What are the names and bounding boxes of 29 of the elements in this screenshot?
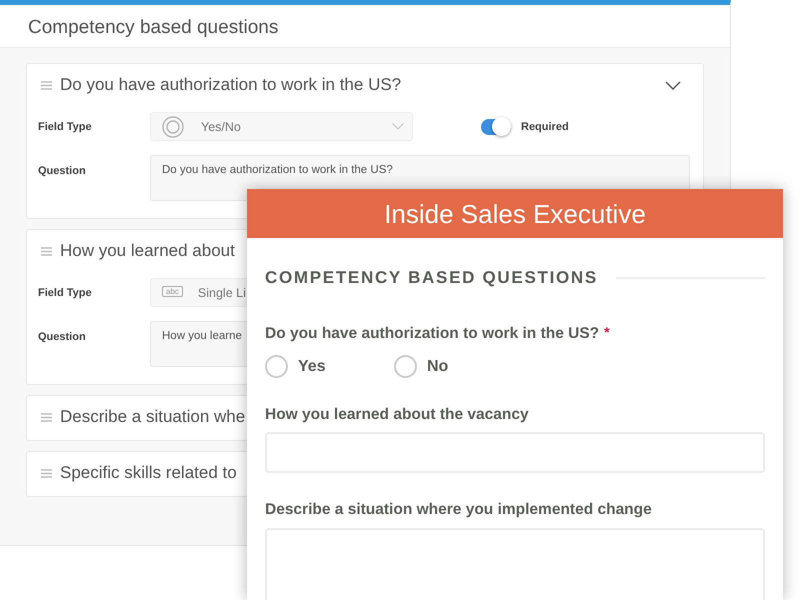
- radio-label[interactable]: Yes: [298, 356, 326, 378]
- question-title: Specific skills related to: [60, 462, 237, 484]
- question-label: Do you have authorization to work in the US?: [265, 324, 600, 344]
- toggle-label: Required: [521, 120, 569, 134]
- radio-button[interactable]: [394, 355, 417, 378]
- question-label: Describe a situation where you implemented change: [265, 500, 652, 520]
- field-type-select[interactable]: Yes/No: [150, 112, 413, 141]
- question-label: How you learned about the vacancy: [265, 405, 529, 425]
- drag-handle-icon[interactable]: [41, 468, 52, 478]
- field-label: Field Type: [38, 120, 93, 134]
- text-type-icon: abc: [162, 286, 183, 297]
- radio-type-icon: [162, 116, 184, 138]
- caret-icon: [392, 123, 404, 130]
- required-toggle[interactable]: [481, 116, 512, 136]
- required-asterisk: *: [604, 323, 610, 341]
- field-label: Question: [38, 164, 87, 178]
- drag-handle-icon[interactable]: [41, 246, 52, 256]
- panel-title: Competency based questions: [28, 16, 278, 40]
- question-title: Do you have authorization to work in the US?: [60, 74, 402, 96]
- chevron-icon[interactable]: [665, 80, 681, 90]
- question-title: Describe a situation whe: [60, 406, 246, 428]
- section-heading: COMPETENCY BASED QUESTIONS: [265, 267, 598, 289]
- radio-label[interactable]: No: [427, 356, 448, 378]
- question-title: How you learned about: [60, 240, 235, 262]
- field-label: Question: [38, 330, 87, 344]
- drag-handle-icon[interactable]: [41, 412, 52, 422]
- field-label: Field Type: [38, 286, 93, 300]
- radio-button[interactable]: [265, 355, 288, 378]
- drag-handle-icon[interactable]: [41, 80, 52, 90]
